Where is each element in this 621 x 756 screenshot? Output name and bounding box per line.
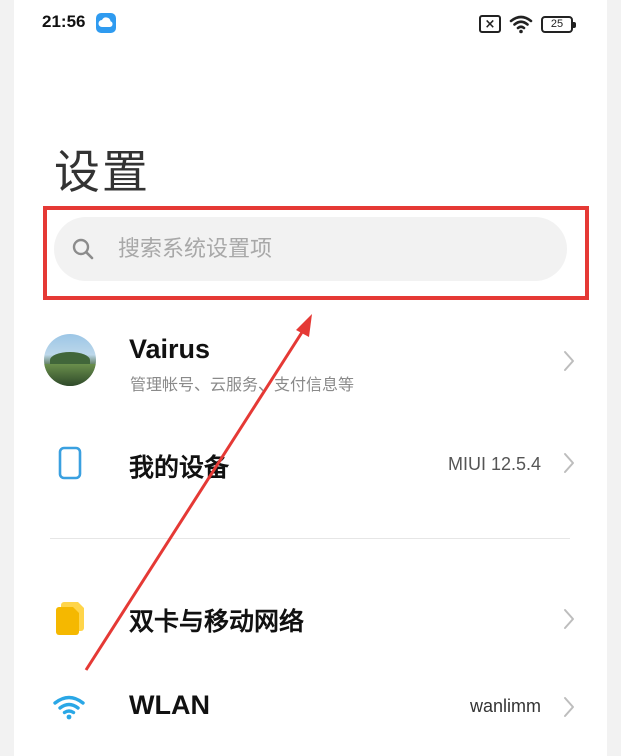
page-title: 设置 — [54, 145, 150, 199]
chevron-right-icon — [564, 351, 574, 371]
sim-cards-icon — [56, 602, 84, 635]
sim-off-icon: × — [479, 15, 501, 33]
cloud-icon — [96, 13, 116, 33]
phone-icon — [58, 446, 82, 480]
chevron-right-icon — [564, 453, 574, 473]
chevron-right-icon — [564, 609, 574, 629]
battery-icon: 25 — [541, 15, 576, 33]
account-row[interactable]: Vairus 管理帐号、云服务、支付信息等 — [14, 320, 607, 402]
search-highlight-box — [43, 206, 589, 300]
dual-sim-row[interactable]: 双卡与移动网络 — [14, 586, 607, 652]
account-name: Vairus — [129, 334, 211, 364]
account-subtitle: 管理帐号、云服务、支付信息等 — [130, 375, 355, 394]
status-bar: 21:56 × 25 — [14, 0, 607, 48]
dual-sim-title: 双卡与移动网络 — [129, 607, 305, 636]
settings-screen: 21:56 × 25 设置 Vairus 管理帐 — [14, 0, 607, 756]
wlan-title: WLAN — [129, 690, 210, 720]
avatar — [44, 334, 96, 386]
wlan-network-name: wanlimm — [469, 696, 541, 716]
wifi-icon — [53, 695, 85, 720]
my-device-title: 我的设备 — [129, 453, 230, 482]
miui-version: MIUI 12.5.4 — [447, 454, 541, 474]
status-time: 21:56 — [42, 12, 86, 31]
section-divider — [50, 538, 570, 539]
wlan-row[interactable]: WLAN wanlimm — [14, 676, 607, 742]
chevron-right-icon — [564, 697, 574, 717]
my-device-row[interactable]: 我的设备 MIUI 12.5.4 — [14, 430, 607, 496]
wifi-icon — [509, 15, 533, 34]
status-icons: × 25 — [479, 12, 576, 36]
